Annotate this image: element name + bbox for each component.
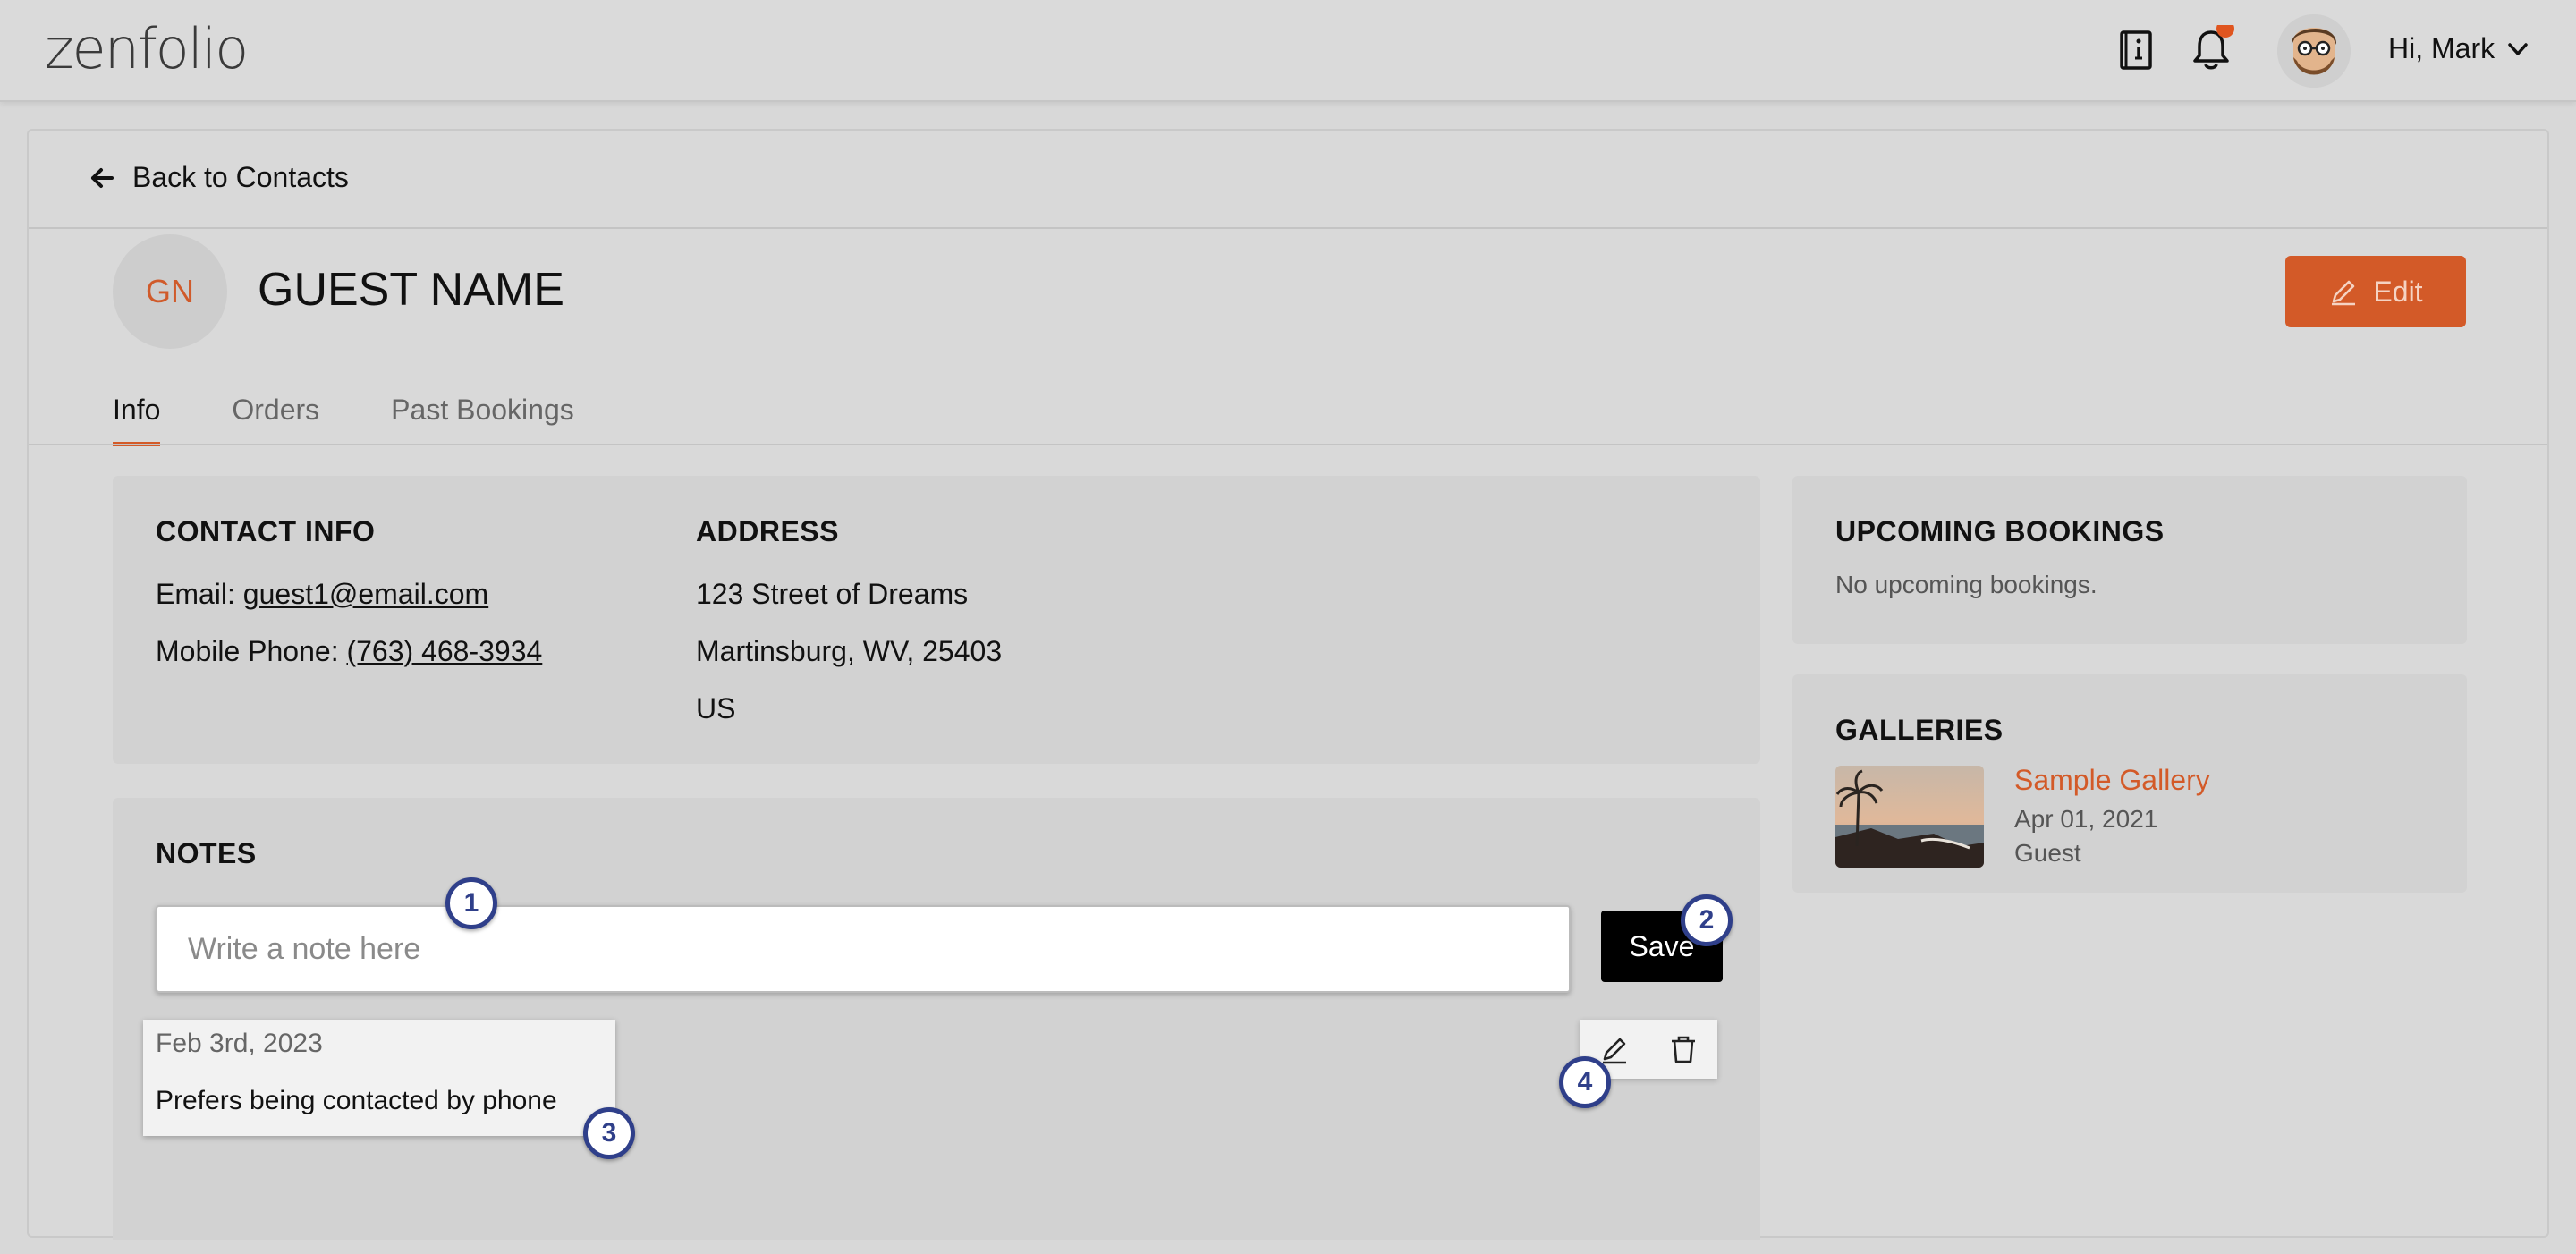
- divider: [29, 227, 2547, 229]
- address-country: US: [696, 692, 736, 724]
- email-row: Email: guest1@email.com: [156, 578, 488, 611]
- user-avatar[interactable]: [2277, 14, 2351, 88]
- gallery-role: Guest: [2014, 839, 2081, 867]
- top-navigation-bar: zenfolio Hi, Mark: [0, 0, 2576, 102]
- tab-info[interactable]: Info: [113, 394, 161, 446]
- tabs-divider: [29, 444, 2547, 445]
- phone-row: Mobile Phone: (763) 468-3934: [156, 635, 542, 668]
- gallery-thumbnail[interactable]: [1835, 766, 1984, 868]
- user-greeting[interactable]: Hi, Mark: [2388, 32, 2495, 65]
- phone-link[interactable]: (763) 468-3934: [346, 635, 542, 667]
- notes-title: NOTES: [156, 837, 257, 869]
- note-text: Prefers being contacted by phone: [156, 1086, 557, 1115]
- annotation-marker-1: 1: [445, 877, 497, 929]
- zenfolio-logo[interactable]: zenfolio: [45, 16, 249, 81]
- tab-bar: Info Orders Past Bookings: [113, 394, 574, 446]
- upcoming-bookings-title: UPCOMING BOOKINGS: [1835, 515, 2165, 547]
- bell-icon[interactable]: [2186, 25, 2236, 75]
- tab-past-bookings[interactable]: Past Bookings: [391, 394, 574, 446]
- galleries-title: GALLERIES: [1835, 714, 2004, 746]
- chevron-down-icon[interactable]: [2504, 36, 2531, 63]
- gallery-date: Apr 01, 2021: [2014, 805, 2158, 833]
- gallery-name-link[interactable]: Sample Gallery: [2014, 764, 2210, 797]
- notes-card: NOTES Save Feb 3rd, 2023 Prefers being c…: [113, 798, 1760, 1240]
- address-line-2: Martinsburg, WV, 25403: [696, 635, 1003, 667]
- no-bookings-text: No upcoming bookings.: [1835, 571, 2097, 598]
- edit-label: Edit: [2373, 275, 2423, 308]
- book-info-icon[interactable]: [2111, 25, 2161, 75]
- note-list-item: Feb 3rd, 2023 Prefers being contacted by…: [143, 1020, 615, 1136]
- address-title: ADDRESS: [696, 515, 839, 547]
- trash-icon[interactable]: [1667, 1033, 1699, 1065]
- edit-button[interactable]: Edit: [2285, 256, 2466, 327]
- annotation-marker-2: 2: [1681, 894, 1733, 946]
- contact-initials-avatar: GN: [113, 234, 227, 349]
- pencil-icon: [2332, 280, 2356, 306]
- email-link[interactable]: guest1@email.com: [243, 578, 488, 610]
- pencil-icon[interactable]: [1598, 1033, 1631, 1065]
- galleries-card: GALLERIES Sample Gallery Apr 01, 2021 Gu…: [1792, 674, 2467, 893]
- contact-name: GUEST NAME: [258, 264, 564, 316]
- phone-label: Mobile Phone:: [156, 635, 347, 667]
- tab-orders[interactable]: Orders: [232, 394, 319, 446]
- note-date: Feb 3rd, 2023: [156, 1029, 323, 1058]
- contact-info-title: CONTACT INFO: [156, 515, 376, 547]
- upcoming-bookings-card: UPCOMING BOOKINGS No upcoming bookings.: [1792, 476, 2467, 644]
- contact-detail-panel: Back to Contacts GN GUEST NAME Edit Info…: [27, 129, 2549, 1240]
- note-input[interactable]: [156, 905, 1571, 993]
- annotation-marker-4: 4: [1559, 1056, 1611, 1108]
- back-to-contacts-link[interactable]: Back to Contacts: [89, 161, 349, 194]
- arrow-left-icon: [91, 167, 114, 188]
- contact-info-card: CONTACT INFO Email: guest1@email.com Mob…: [113, 476, 1760, 764]
- back-label: Back to Contacts: [132, 161, 349, 193]
- address-line-1: 123 Street of Dreams: [696, 578, 969, 610]
- annotation-marker-3: 3: [583, 1107, 635, 1159]
- email-label: Email:: [156, 578, 243, 610]
